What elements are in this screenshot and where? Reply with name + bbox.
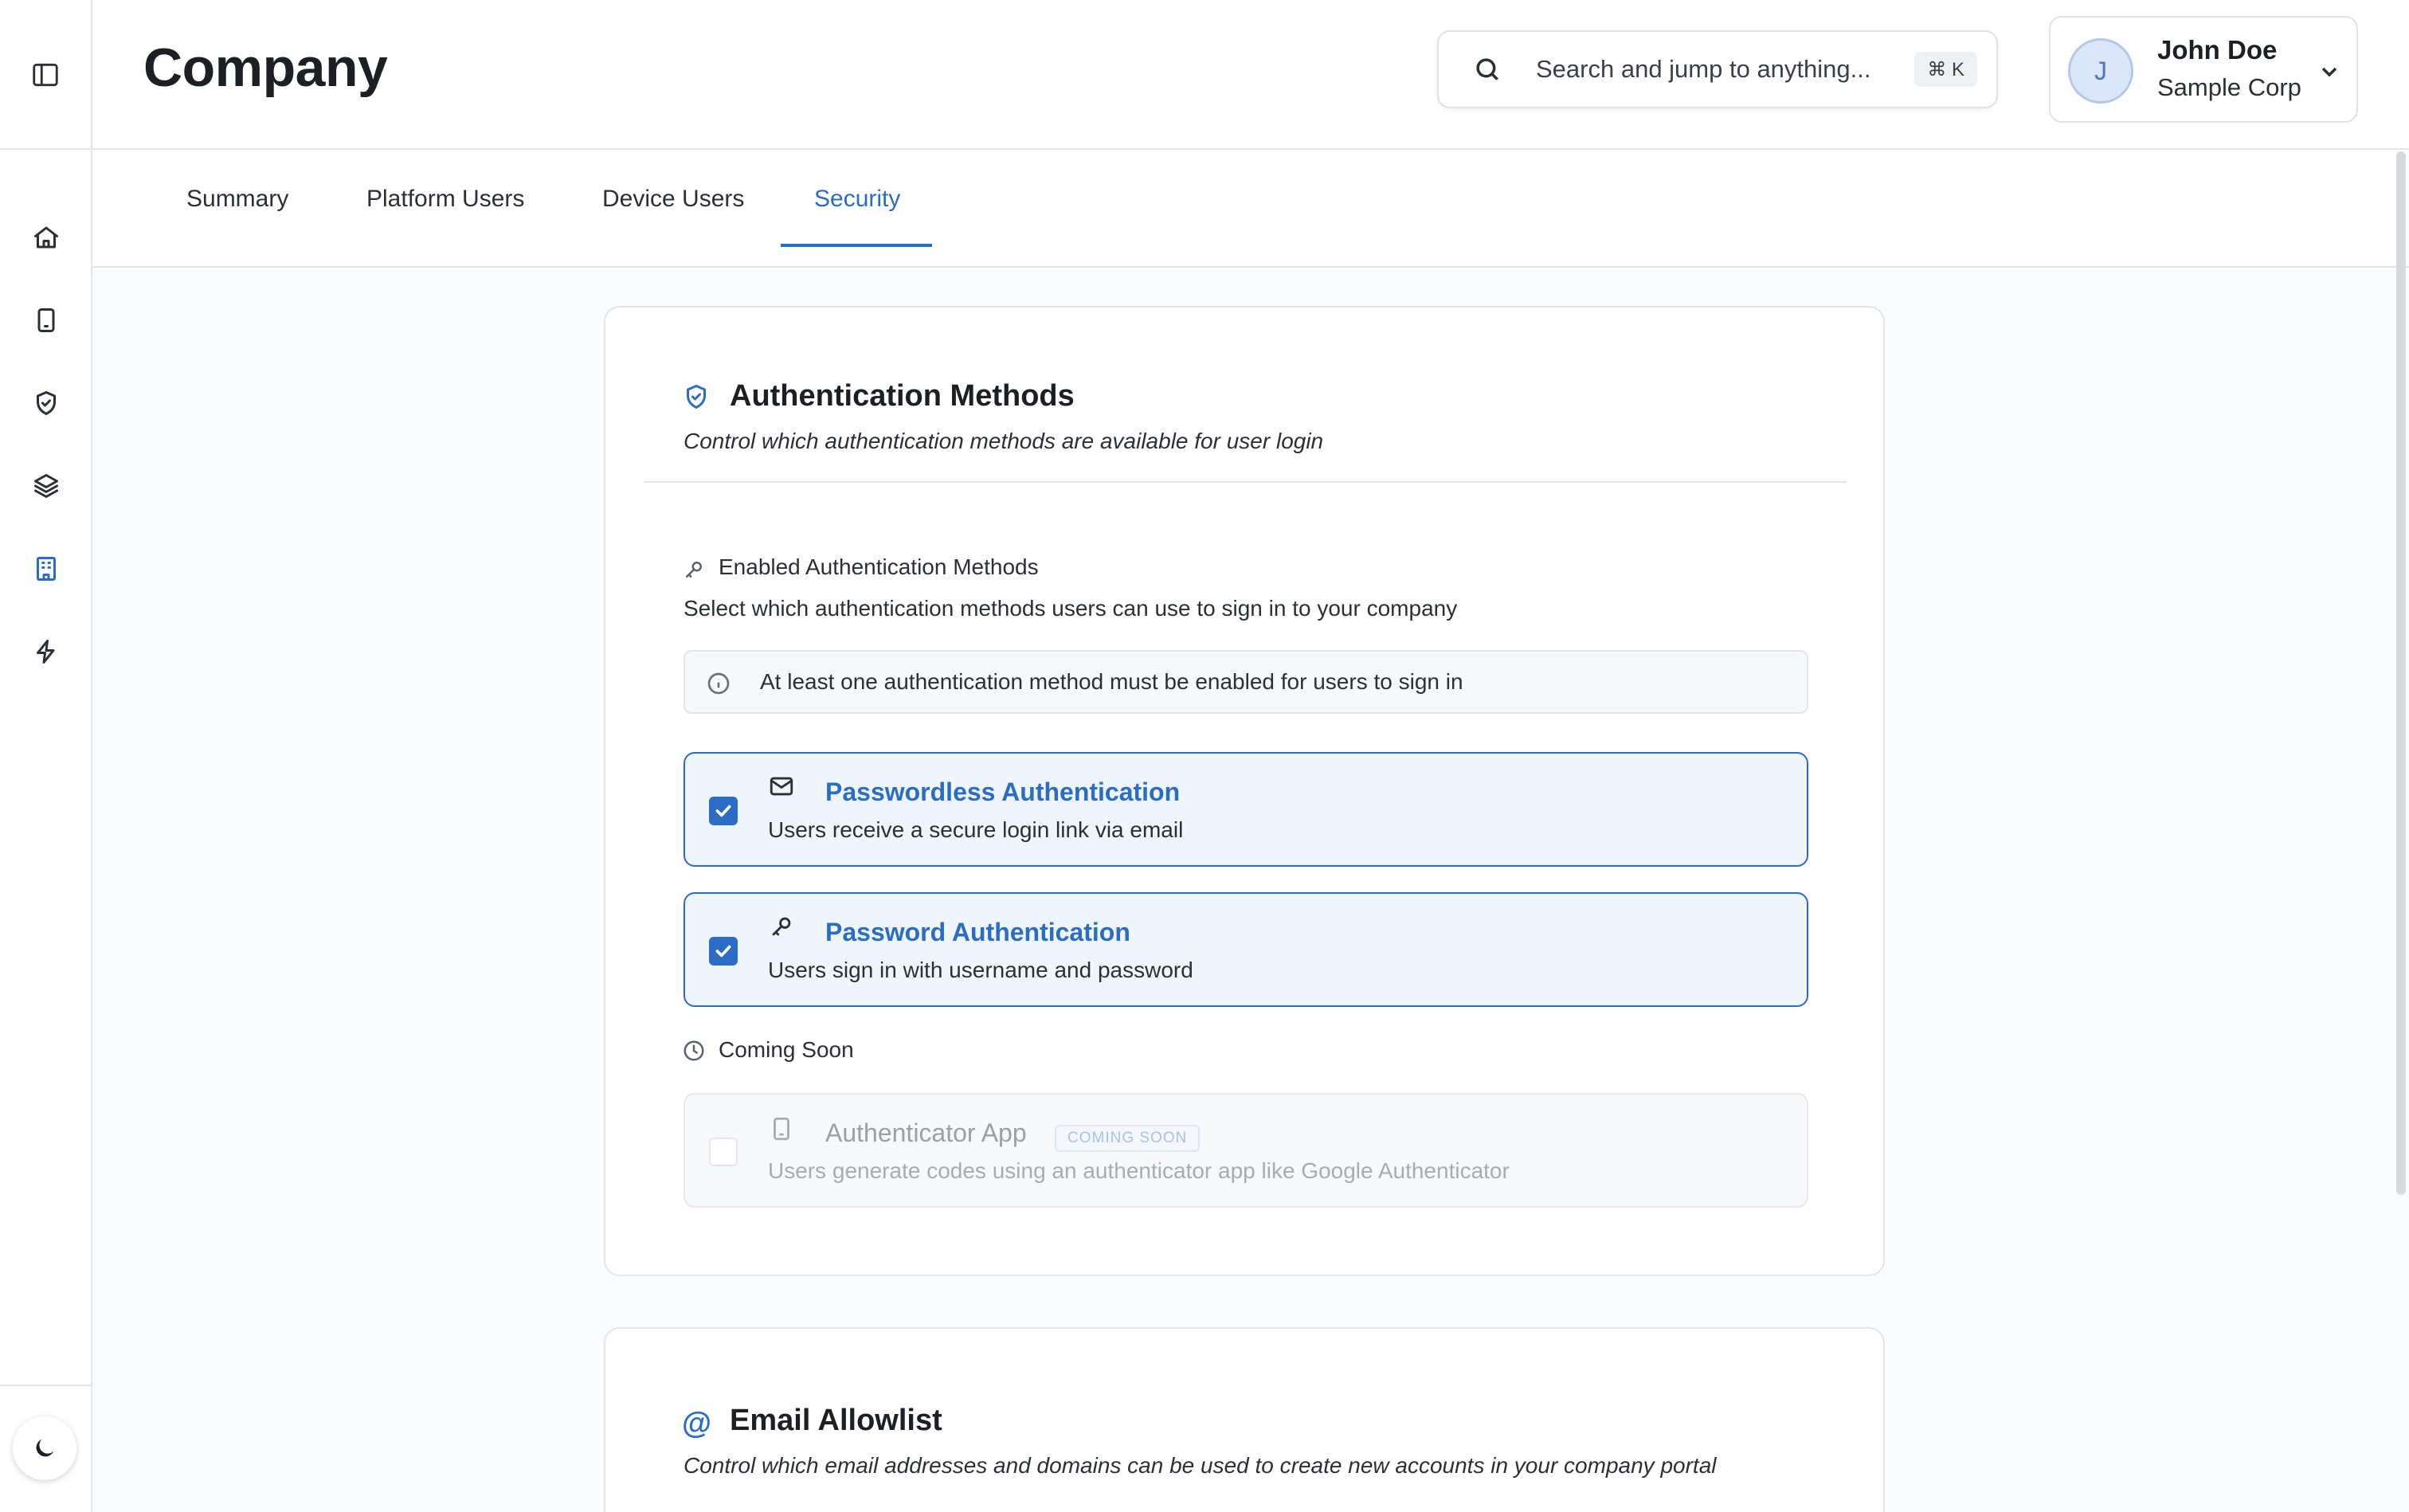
top-header: Company Search and jump to anything... ⌘… — [92, 0, 2409, 150]
key-icon — [768, 913, 795, 940]
user-organization: Sample Corp — [2157, 73, 2301, 101]
passwordless-checkbox[interactable] — [709, 797, 738, 825]
search-shortcut-badge: ⌘ K — [1914, 52, 1977, 87]
method-title: Password Authentication — [825, 918, 1130, 946]
method-passwordless[interactable]: Passwordless Authentication Users receiv… — [684, 752, 1808, 867]
card-title: Email Allowlist — [730, 1404, 942, 1437]
sidebar-toggle-button[interactable] — [23, 53, 68, 97]
sidebar-item-home[interactable] — [24, 215, 69, 260]
lightning-icon — [37, 640, 55, 664]
card-title: Authentication Methods — [730, 379, 1075, 413]
chevron-down-icon — [2317, 59, 2342, 84]
home-icon — [34, 226, 58, 249]
sidebar — [0, 0, 92, 1512]
check-icon — [715, 945, 731, 958]
search-input[interactable]: Search and jump to anything... ⌘ K — [1437, 30, 1998, 108]
search-placeholder: Search and jump to anything... — [1536, 55, 1871, 83]
key-icon — [682, 558, 706, 582]
card-subtitle: Control which authentication methods are… — [684, 429, 1324, 453]
active-tab-indicator — [781, 244, 932, 247]
user-menu[interactable]: J John Doe Sample Corp — [2049, 16, 2358, 123]
enabled-methods-help: Select which authentication methods user… — [684, 596, 1458, 621]
device-icon — [768, 1115, 795, 1142]
tab-summary[interactable]: Summary — [183, 151, 292, 247]
method-description: Users receive a secure login link via em… — [768, 817, 1184, 842]
sidebar-footer — [0, 1385, 91, 1512]
divider — [644, 481, 1847, 483]
moon-icon — [36, 1439, 54, 1457]
coming-soon-label: Coming Soon — [719, 1037, 854, 1062]
coming-soon-badge: COMING SOON — [1055, 1125, 1201, 1152]
user-name: John Doe — [2157, 35, 2278, 65]
sidebar-item-automations[interactable] — [24, 629, 69, 674]
email-allowlist-card: @ Email Allowlist Control which email ad… — [604, 1327, 1885, 1512]
building-icon — [37, 557, 56, 581]
mail-icon — [768, 773, 795, 800]
sidebar-item-layers[interactable] — [24, 464, 69, 508]
sidebar-item-devices[interactable] — [24, 298, 69, 343]
method-description: Users generate codes using an authentica… — [768, 1158, 1510, 1183]
at-sign-icon: @ — [682, 1407, 712, 1440]
search-icon — [1476, 58, 1498, 80]
card-subtitle: Control which email addresses and domain… — [684, 1453, 1717, 1478]
info-banner: At least one authentication method must … — [684, 650, 1808, 714]
scrollbar[interactable] — [2396, 151, 2406, 1195]
method-title: Authenticator App — [825, 1118, 1027, 1147]
tab-bar: Summary Platform Users Device Users Secu… — [92, 151, 2409, 268]
authenticator-checkbox — [709, 1138, 738, 1166]
avatar: J — [2068, 38, 2133, 104]
shield-check-icon — [682, 382, 711, 411]
device-icon — [37, 308, 55, 332]
method-password[interactable]: Password Authentication Users sign in wi… — [684, 892, 1808, 1007]
page-title: Company — [143, 37, 388, 98]
theme-toggle-button[interactable] — [13, 1416, 76, 1480]
info-text: At least one authentication method must … — [760, 669, 1463, 694]
enabled-methods-label: Enabled Authentication Methods — [719, 554, 1039, 579]
sidebar-header — [0, 0, 91, 150]
layers-icon — [34, 474, 58, 498]
method-authenticator-app: Authenticator App COMING SOON Users gene… — [684, 1093, 1808, 1208]
method-description: Users sign in with username and password — [768, 958, 1193, 982]
authentication-methods-card: Authentication Methods Control which aut… — [604, 306, 1885, 1276]
sidebar-toggle-icon — [33, 63, 58, 87]
method-title: Passwordless Authentication — [825, 778, 1181, 806]
sidebar-item-company[interactable] — [24, 546, 69, 591]
check-icon — [715, 805, 731, 817]
shield-check-icon — [37, 391, 56, 415]
sidebar-item-security[interactable] — [24, 381, 69, 425]
tab-security[interactable]: Security — [811, 151, 903, 247]
tab-platform-users[interactable]: Platform Users — [363, 151, 527, 247]
tab-device-users[interactable]: Device Users — [599, 151, 747, 247]
info-icon — [706, 671, 731, 696]
password-checkbox[interactable] — [709, 937, 738, 966]
clock-icon — [682, 1039, 706, 1063]
